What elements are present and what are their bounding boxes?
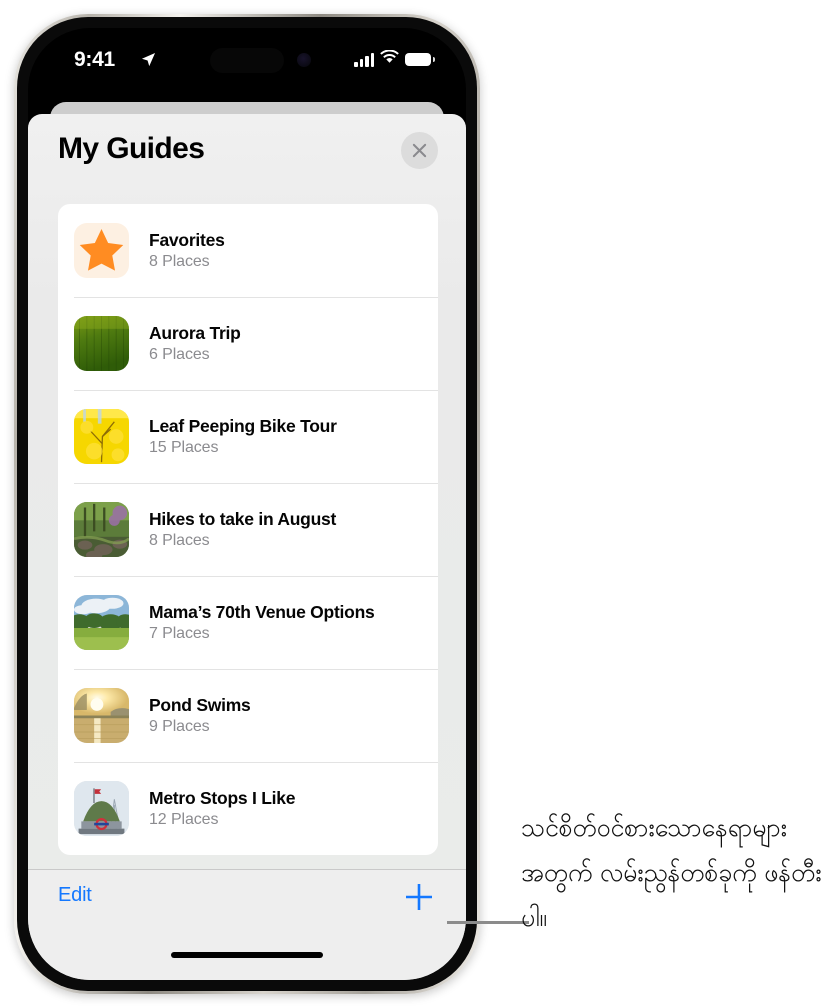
add-guide-button[interactable] bbox=[402, 880, 436, 914]
row-text: Metro Stops I Like 12 Places bbox=[149, 788, 295, 830]
guide-places-count: 12 Places bbox=[149, 811, 219, 829]
phone-screen: 9:41 My Guides Favorites 8 Places Aurora… bbox=[28, 28, 466, 980]
screenshot-root: 9:41 My Guides Favorites 8 Places Aurora… bbox=[0, 0, 838, 1008]
location-arrow-icon bbox=[141, 52, 156, 72]
sheet-header: My Guides bbox=[28, 114, 466, 190]
table-row[interactable]: Hikes to take in August 8 Places bbox=[58, 483, 438, 576]
guide-places-count: 8 Places bbox=[149, 532, 210, 550]
front-camera-icon bbox=[297, 53, 311, 67]
guide-places-count: 6 Places bbox=[149, 346, 210, 364]
home-indicator[interactable] bbox=[171, 952, 323, 958]
guide-title: Metro Stops I Like bbox=[149, 787, 296, 808]
status-bar: 9:41 bbox=[28, 28, 466, 90]
guide-title: Aurora Trip bbox=[149, 322, 241, 343]
dynamic-island bbox=[210, 48, 284, 73]
guide-places-count: 7 Places bbox=[149, 625, 210, 643]
callout-leader-line bbox=[447, 921, 529, 924]
guides-list-card: Favorites 8 Places Aurora Trip 6 Places … bbox=[58, 204, 438, 855]
row-text: Hikes to take in August 8 Places bbox=[149, 509, 336, 551]
guide-title: Pond Swims bbox=[149, 694, 251, 715]
bottom-toolbar: Edit bbox=[28, 869, 466, 980]
table-row[interactable]: Leaf Peeping Bike Tour 15 Places bbox=[58, 390, 438, 483]
table-row[interactable]: Aurora Trip 6 Places bbox=[58, 297, 438, 390]
iphone-device-frame: 9:41 My Guides Favorites 8 Places Aurora… bbox=[14, 14, 480, 994]
sunset-lake-photo bbox=[74, 688, 129, 743]
star-icon bbox=[74, 223, 129, 278]
table-row[interactable]: Metro Stops I Like 12 Places bbox=[58, 762, 438, 855]
wifi-icon bbox=[380, 49, 399, 69]
forest-trail-photo bbox=[74, 502, 129, 557]
row-text: Leaf Peeping Bike Tour 15 Places bbox=[149, 416, 337, 458]
close-button[interactable] bbox=[401, 132, 438, 169]
table-row[interactable]: Mama’s 70th Venue Options 7 Places bbox=[58, 576, 438, 669]
cellular-signal-icon bbox=[354, 52, 374, 67]
metro-monument-photo bbox=[74, 781, 129, 836]
guide-title: Mama’s 70th Venue Options bbox=[149, 601, 375, 622]
guide-title: Favorites bbox=[149, 229, 225, 250]
row-text: Pond Swims 9 Places bbox=[149, 695, 251, 737]
battery-full-icon bbox=[405, 53, 435, 66]
table-row[interactable]: Pond Swims 9 Places bbox=[58, 669, 438, 762]
meadow-sky-photo bbox=[74, 595, 129, 650]
yellow-autumn-tree-photo bbox=[74, 409, 129, 464]
edit-button[interactable]: Edit bbox=[58, 884, 92, 907]
table-row[interactable]: Favorites 8 Places bbox=[58, 204, 438, 297]
guide-places-count: 9 Places bbox=[149, 718, 210, 736]
status-bar-time: 9:41 bbox=[74, 48, 115, 71]
guide-title: Hikes to take in August bbox=[149, 508, 337, 529]
callout-annotation-text: သင်စိတ်ဝင်စားသောနေရာများအတွက် လမ်းညွန်တစ… bbox=[521, 813, 822, 932]
guide-places-count: 15 Places bbox=[149, 439, 219, 457]
page-title: My Guides bbox=[58, 132, 205, 165]
row-text: Mama’s 70th Venue Options 7 Places bbox=[149, 602, 375, 644]
phone-bezel: 9:41 My Guides Favorites 8 Places Aurora… bbox=[17, 17, 477, 991]
row-text: Aurora Trip 6 Places bbox=[149, 323, 241, 365]
guide-places-count: 8 Places bbox=[149, 253, 210, 271]
my-guides-sheet: My Guides Favorites 8 Places Aurora Trip… bbox=[28, 114, 466, 980]
guide-title: Leaf Peeping Bike Tour bbox=[149, 415, 337, 436]
status-bar-indicators bbox=[354, 49, 435, 69]
plus-icon bbox=[402, 880, 436, 914]
green-field-photo bbox=[74, 316, 129, 371]
close-x-icon bbox=[412, 143, 427, 158]
row-text: Favorites 8 Places bbox=[149, 230, 225, 272]
